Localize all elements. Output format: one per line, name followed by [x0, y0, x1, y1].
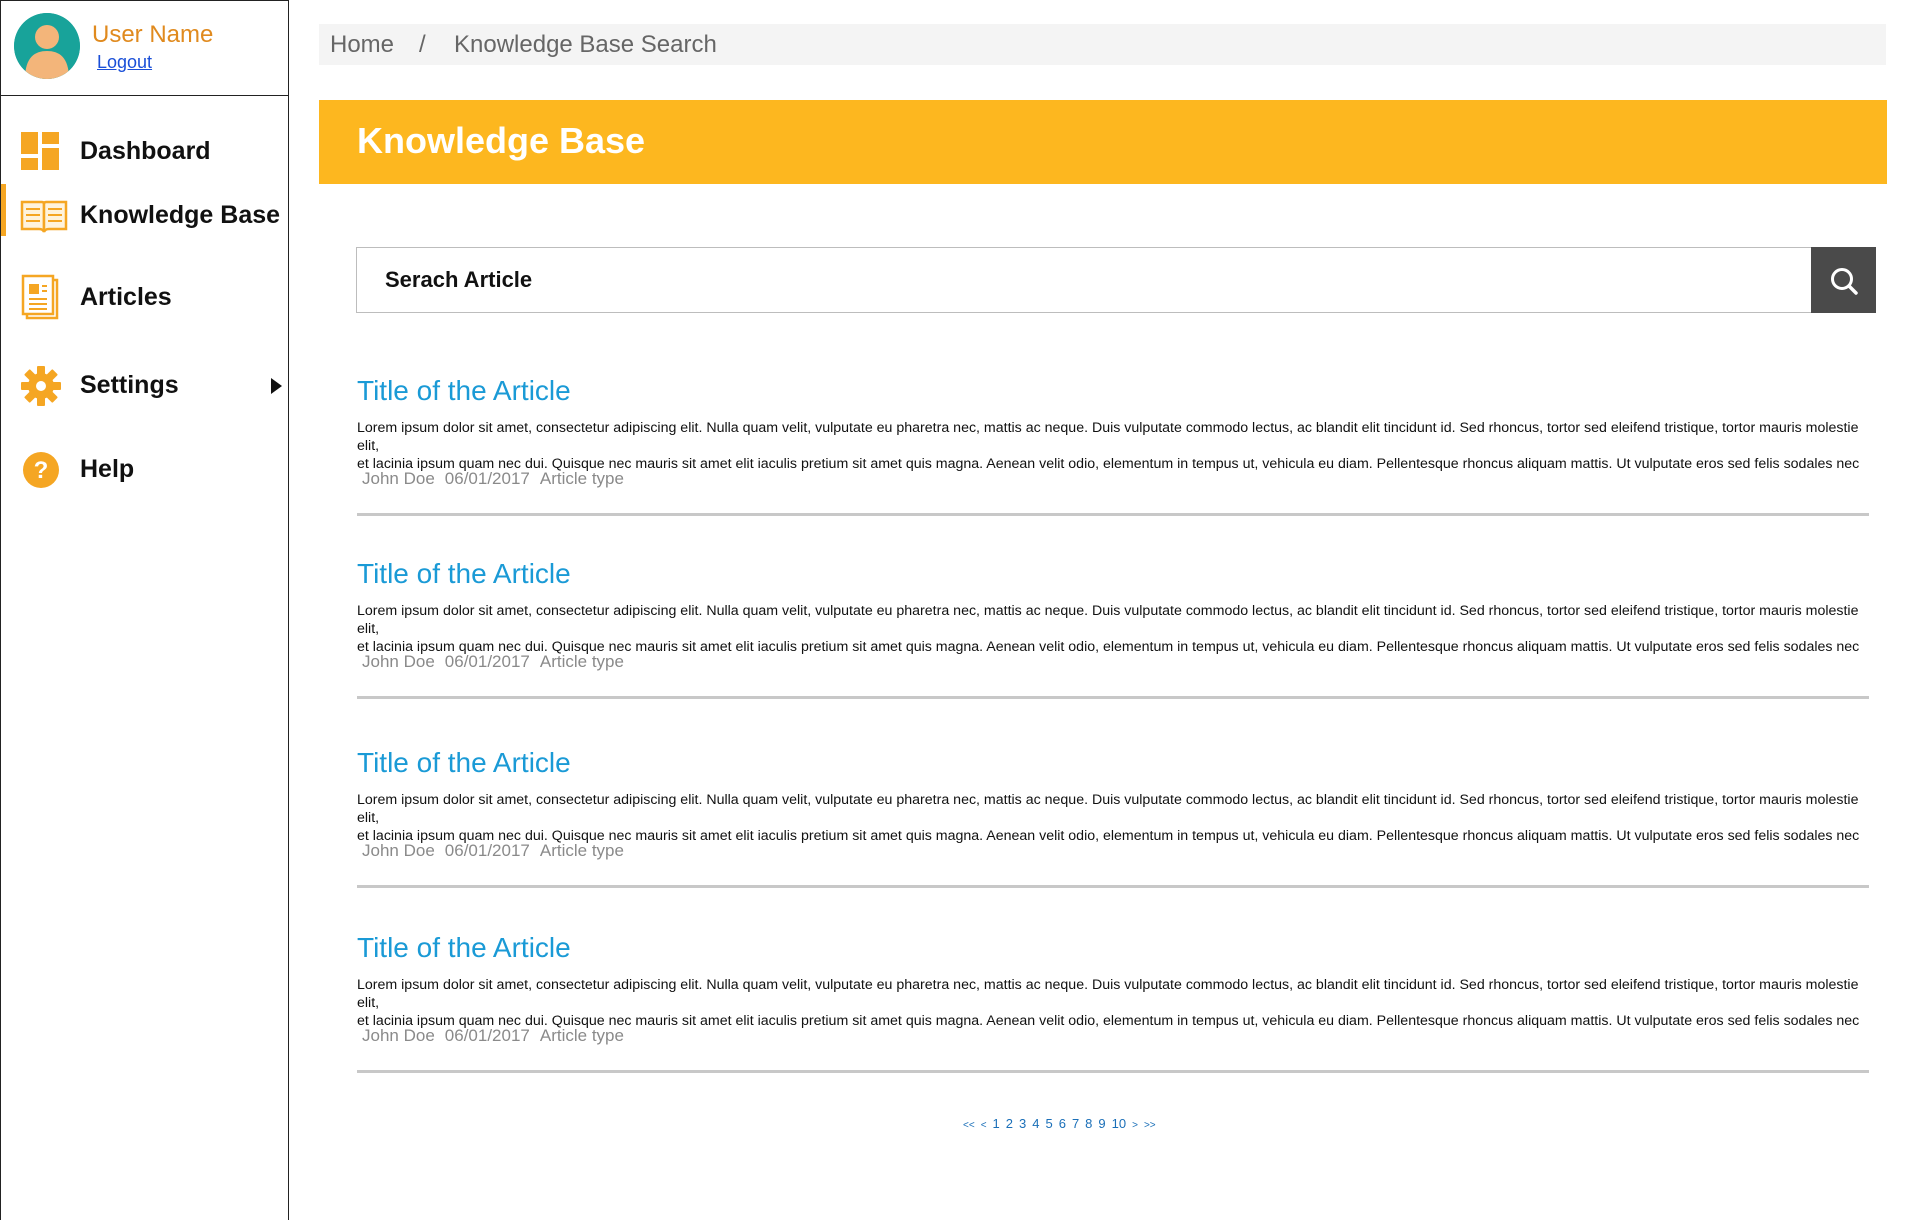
search-input[interactable]: Serach Article	[356, 247, 1875, 313]
article-excerpt-line: Lorem ipsum dolor sit amet, consectetur …	[357, 420, 1859, 454]
article-author: John Doe	[362, 652, 435, 671]
help-icon: ?	[23, 452, 59, 488]
sidebar-item-articles[interactable]: Articles	[1, 268, 288, 328]
sidebar-item-label: Knowledge Base	[80, 201, 281, 229]
book-icon	[20, 200, 68, 233]
pagination-first[interactable]: <<	[963, 1120, 975, 1131]
article-date: 06/01/2017	[444, 841, 530, 860]
article-excerpt: Lorem ipsum dolor sit amet, consectetur …	[357, 976, 1869, 1030]
article-excerpt-line: Lorem ipsum dolor sit amet, consectetur …	[357, 977, 1859, 1011]
article-divider	[357, 513, 1869, 516]
sidebar-item-label: Dashboard	[80, 137, 211, 165]
breadcrumb-home[interactable]: Home	[330, 24, 394, 65]
article-meta: John Doe 06/01/2017 Article type	[362, 1026, 634, 1046]
sidebar-item-dashboard[interactable]: Dashboard	[1, 122, 288, 182]
user-name: User Name	[92, 21, 214, 48]
sidebar-item-help[interactable]: ? Help	[1, 440, 288, 500]
article-meta: John Doe 06/01/2017 Article type	[362, 469, 634, 489]
article-divider	[357, 696, 1869, 699]
pagination-page[interactable]: 6	[1059, 1116, 1066, 1131]
sidebar: User Name Logout Dashboard Knowledge Bas…	[0, 0, 289, 1220]
article-meta: John Doe 06/01/2017 Article type	[362, 652, 634, 672]
article-divider	[357, 1070, 1869, 1073]
breadcrumb-separator: /	[419, 31, 426, 58]
article-date: 06/01/2017	[444, 1026, 530, 1045]
page-title: Knowledge Base	[357, 120, 646, 161]
sidebar-item-label: Settings	[80, 371, 179, 399]
search-icon	[1831, 268, 1858, 295]
article-date: 06/01/2017	[444, 652, 530, 671]
article-excerpt-line: Lorem ipsum dolor sit amet, consectetur …	[357, 603, 1859, 637]
user-panel: User Name Logout	[1, 0, 288, 96]
pagination-page[interactable]: 8	[1085, 1116, 1092, 1131]
pagination-page[interactable]: 10	[1112, 1116, 1126, 1131]
article-excerpt-line: Lorem ipsum dolor sit amet, consectetur …	[357, 792, 1859, 826]
pagination-page[interactable]: 9	[1098, 1116, 1105, 1131]
user-icon	[14, 13, 80, 79]
search-button[interactable]	[1811, 247, 1876, 313]
pagination-last[interactable]: >>	[1144, 1120, 1156, 1131]
article-excerpt: Lorem ipsum dolor sit amet, consectetur …	[357, 602, 1869, 656]
article-divider	[357, 885, 1869, 888]
sidebar-item-label: Help	[80, 455, 135, 483]
article-title[interactable]: Title of the Article	[357, 747, 571, 779]
document-icon	[21, 274, 59, 320]
avatar	[14, 13, 80, 79]
sidebar-item-settings[interactable]: Settings	[1, 356, 288, 416]
article-title[interactable]: Title of the Article	[357, 932, 571, 964]
article-excerpt: Lorem ipsum dolor sit amet, consectetur …	[357, 791, 1869, 845]
chevron-right-icon	[271, 378, 282, 394]
pagination-page[interactable]: 1	[993, 1116, 1000, 1131]
article-meta: John Doe 06/01/2017 Article type	[362, 841, 634, 861]
breadcrumb-current: Knowledge Base Search	[454, 31, 717, 58]
dashboard-icon	[21, 132, 59, 170]
article-title[interactable]: Title of the Article	[357, 375, 571, 407]
article-type: Article type	[539, 469, 624, 488]
gear-icon	[21, 366, 61, 406]
pagination: << <1 2 3 4 5 6 7 8 9 10 > >>	[963, 1116, 1162, 1131]
sidebar-item-knowledge-base[interactable]: Knowledge Base	[1, 184, 288, 246]
article-type: Article type	[539, 841, 624, 860]
article-excerpt: Lorem ipsum dolor sit amet, consectetur …	[357, 419, 1869, 473]
article-title[interactable]: Title of the Article	[357, 558, 571, 590]
article-author: John Doe	[362, 841, 435, 860]
article-type: Article type	[539, 1026, 624, 1045]
search-placeholder: Serach Article	[385, 267, 533, 292]
article-type: Article type	[539, 652, 624, 671]
article-author: John Doe	[362, 469, 435, 488]
pagination-page[interactable]: 5	[1045, 1116, 1052, 1131]
pagination-next[interactable]: >	[1132, 1120, 1138, 1131]
pagination-page[interactable]: 3	[1019, 1116, 1026, 1131]
article-date: 06/01/2017	[444, 469, 530, 488]
sidebar-item-label: Articles	[80, 283, 172, 311]
page-banner: Knowledge Base	[319, 100, 1887, 184]
pagination-page[interactable]: 2	[1006, 1116, 1013, 1131]
svg-text:?: ?	[34, 457, 49, 484]
pagination-prev[interactable]: <	[981, 1120, 987, 1131]
pagination-page[interactable]: 7	[1072, 1116, 1079, 1131]
breadcrumb: Home / Knowledge Base Search	[319, 24, 1886, 65]
article-author: John Doe	[362, 1026, 435, 1045]
pagination-page[interactable]: 4	[1032, 1116, 1039, 1131]
logout-link[interactable]: Logout	[97, 52, 152, 73]
